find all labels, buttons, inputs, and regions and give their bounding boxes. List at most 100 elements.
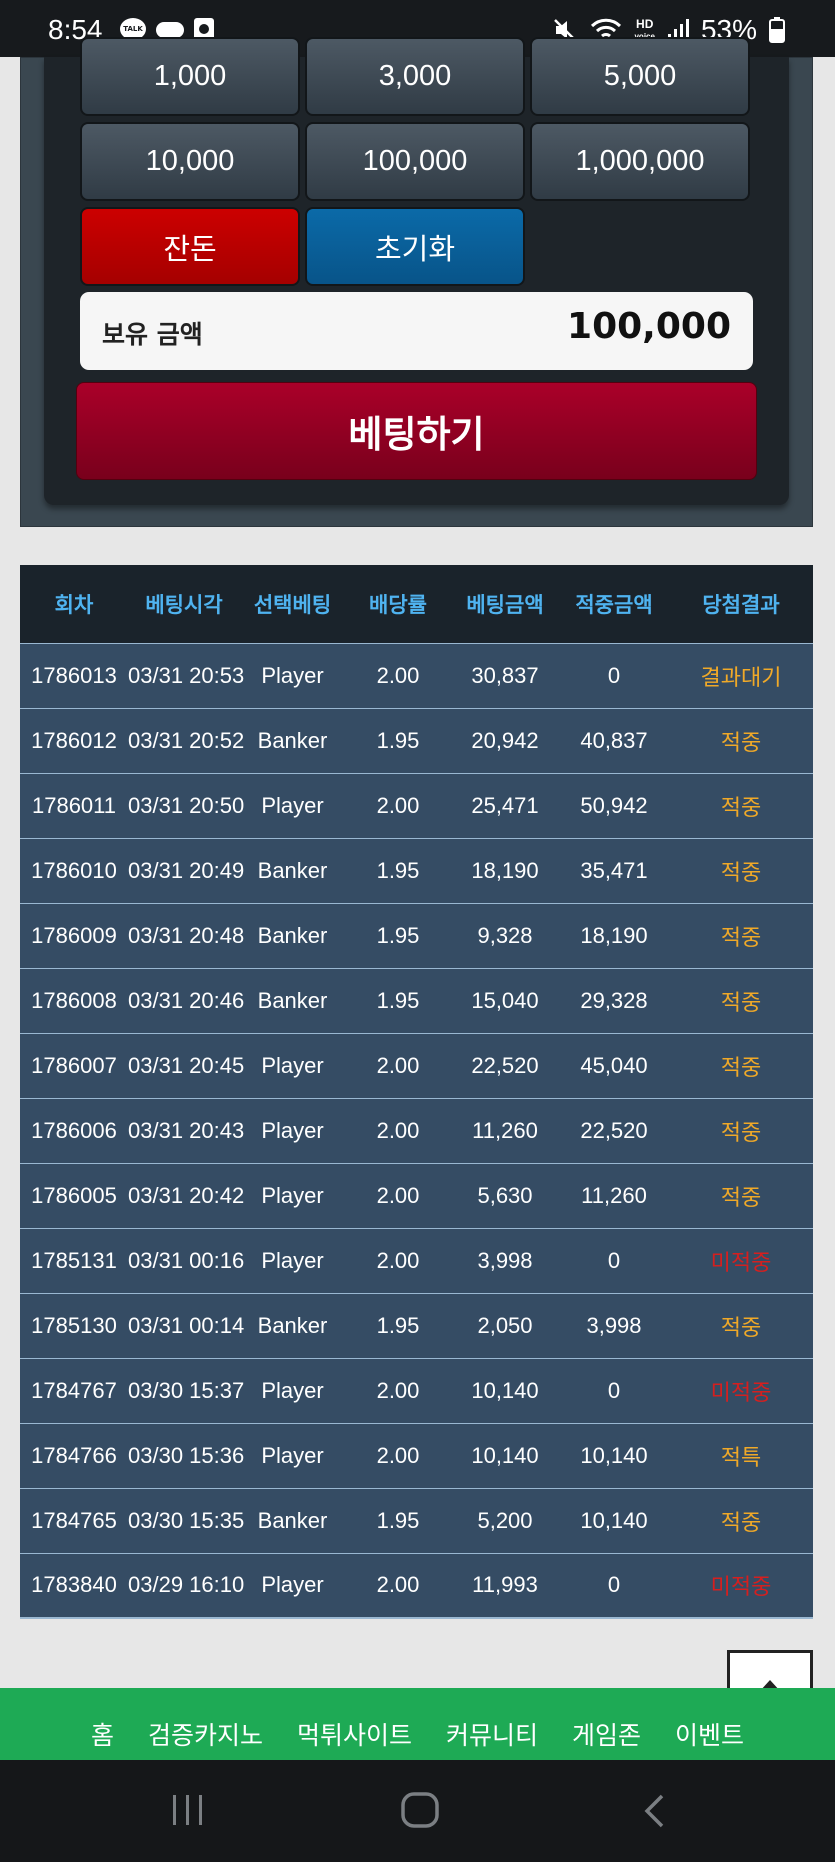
cell-bet-amount: 15,040 [451, 967, 559, 1033]
cell-selection: Player [240, 1162, 345, 1228]
cell-win-amount: 18,190 [559, 902, 669, 968]
chip-button-1000000[interactable]: 1,000,000 [530, 122, 750, 201]
cell-round: 1785130 [20, 1292, 128, 1358]
cell-odds: 2.00 [345, 772, 451, 838]
bet-history-table: 회차 베팅시각 선택베팅 배당률 베팅금액 적중금액 당첨결과 1786013 0… [20, 565, 813, 1619]
cell-win-amount: 29,328 [559, 967, 669, 1033]
cell-bet-amount: 5,200 [451, 1487, 559, 1553]
cell-bet-amount: 11,993 [451, 1552, 559, 1619]
table-row: 1786011 03/31 20:50 Player 2.00 25,471 50,942… [20, 772, 813, 838]
table-row: 1785130 03/31 00:14 Banker 1.95 2,050 3,998 적중 [20, 1292, 813, 1358]
cell-round: 1786010 [20, 837, 128, 903]
cell-result: 적특 [669, 1422, 813, 1488]
nav-verified-casino[interactable]: 검증카지노 [148, 1716, 263, 1752]
cell-odds: 1.95 [345, 837, 451, 903]
cell-result: 미적중 [669, 1552, 813, 1619]
cell-win-amount: 0 [559, 642, 669, 708]
cell-result: 결과대기 [669, 642, 813, 708]
cell-selection: Player [240, 1357, 345, 1423]
hd-label: HD [636, 16, 654, 31]
cell-bet-amount: 20,942 [451, 707, 559, 773]
header-win-amount: 적중금액 [559, 565, 669, 643]
bottom-nav: 홈 검증카지노 먹튀사이트 커뮤니티 게임존 이벤트 [0, 1688, 835, 1760]
cell-round: 1786011 [20, 772, 128, 838]
cell-selection: Player [240, 1097, 345, 1163]
chip-button-1000[interactable]: 1,000 [80, 37, 300, 116]
cell-bet-time: 03/31 20:49 [128, 837, 244, 903]
cell-bet-amount: 2,050 [451, 1292, 559, 1358]
nav-events[interactable]: 이벤트 [675, 1716, 744, 1752]
cell-selection: Player [240, 1422, 345, 1488]
cell-selection: Player [240, 772, 345, 838]
cell-round: 1784766 [20, 1422, 128, 1488]
bet-button[interactable]: 베팅하기 [76, 382, 757, 480]
back-icon[interactable] [642, 1793, 666, 1833]
cell-selection: Player [240, 1552, 345, 1619]
cell-selection: Player [240, 1227, 345, 1293]
table-row: 1783840 03/29 16:10 Player 2.00 11,993 0 미적중 [20, 1552, 813, 1619]
nav-game-zone[interactable]: 게임존 [572, 1716, 641, 1752]
cell-win-amount: 10,140 [559, 1487, 669, 1553]
cell-result: 적중 [669, 902, 813, 968]
cell-bet-amount: 22,520 [451, 1032, 559, 1098]
table-row: 1786009 03/31 20:48 Banker 1.95 9,328 18,190 적… [20, 902, 813, 968]
cell-selection: Banker [240, 707, 345, 773]
cell-win-amount: 10,140 [559, 1422, 669, 1488]
cell-result: 적중 [669, 707, 813, 773]
cell-odds: 2.00 [345, 1552, 451, 1619]
recent-apps-icon[interactable] [170, 1793, 206, 1831]
cell-bet-time: 03/31 20:43 [128, 1097, 244, 1163]
cell-result: 적중 [669, 837, 813, 903]
nav-community[interactable]: 커뮤니티 [446, 1716, 538, 1752]
cell-round: 1784765 [20, 1487, 128, 1553]
balance-box: 보유 금액 100,000 [80, 292, 753, 370]
balance-label: 보유 금액 [102, 320, 203, 349]
cell-odds: 1.95 [345, 707, 451, 773]
header-odds: 배당률 [345, 565, 451, 643]
cell-win-amount: 40,837 [559, 707, 669, 773]
cell-win-amount: 3,998 [559, 1292, 669, 1358]
chip-button-10000[interactable]: 10,000 [80, 122, 300, 201]
system-nav-bar [0, 1760, 835, 1862]
cell-win-amount: 22,520 [559, 1097, 669, 1163]
cell-bet-time: 03/31 20:48 [128, 902, 244, 968]
home-icon[interactable] [400, 1791, 440, 1833]
cell-round: 1783840 [20, 1552, 128, 1619]
cell-bet-amount: 18,190 [451, 837, 559, 903]
nav-home[interactable]: 홈 [91, 1716, 114, 1752]
cell-bet-time: 03/31 20:50 [128, 772, 244, 838]
cell-round: 1786013 [20, 642, 128, 708]
header-selection: 선택베팅 [240, 565, 345, 643]
change-button[interactable]: 잔돈 [80, 207, 300, 286]
cell-result: 미적중 [669, 1227, 813, 1293]
cell-bet-amount: 9,328 [451, 902, 559, 968]
cell-win-amount: 0 [559, 1357, 669, 1423]
cell-round: 1786012 [20, 707, 128, 773]
cell-round: 1786007 [20, 1032, 128, 1098]
table-header-row: 회차 베팅시각 선택베팅 배당률 베팅금액 적중금액 당첨결과 [20, 565, 813, 643]
cloud-icon [156, 22, 184, 38]
cell-result: 적중 [669, 967, 813, 1033]
cell-selection: Player [240, 642, 345, 708]
chip-button-100000[interactable]: 100,000 [305, 122, 525, 201]
cell-odds: 2.00 [345, 1162, 451, 1228]
cell-bet-time: 03/30 15:36 [128, 1422, 244, 1488]
cell-bet-time: 03/31 00:16 [128, 1227, 244, 1293]
cell-result: 적중 [669, 772, 813, 838]
cell-round: 1786005 [20, 1162, 128, 1228]
table-row: 1786007 03/31 20:45 Player 2.00 22,520 45,040… [20, 1032, 813, 1098]
nav-scam-sites[interactable]: 먹튀사이트 [297, 1716, 412, 1752]
chip-button-3000[interactable]: 3,000 [305, 37, 525, 116]
table-row: 1786012 03/31 20:52 Banker 1.95 20,942 40,837… [20, 707, 813, 773]
cell-odds: 2.00 [345, 1097, 451, 1163]
cell-bet-amount: 5,630 [451, 1162, 559, 1228]
header-round: 회차 [20, 565, 128, 643]
cell-bet-amount: 10,140 [451, 1422, 559, 1488]
cell-odds: 2.00 [345, 1227, 451, 1293]
reset-button[interactable]: 초기화 [305, 207, 525, 286]
chip-button-5000[interactable]: 5,000 [530, 37, 750, 116]
balance-value: 100,000 [567, 306, 731, 347]
cell-bet-amount: 11,260 [451, 1097, 559, 1163]
cell-odds: 1.95 [345, 1487, 451, 1553]
cell-odds: 2.00 [345, 642, 451, 708]
